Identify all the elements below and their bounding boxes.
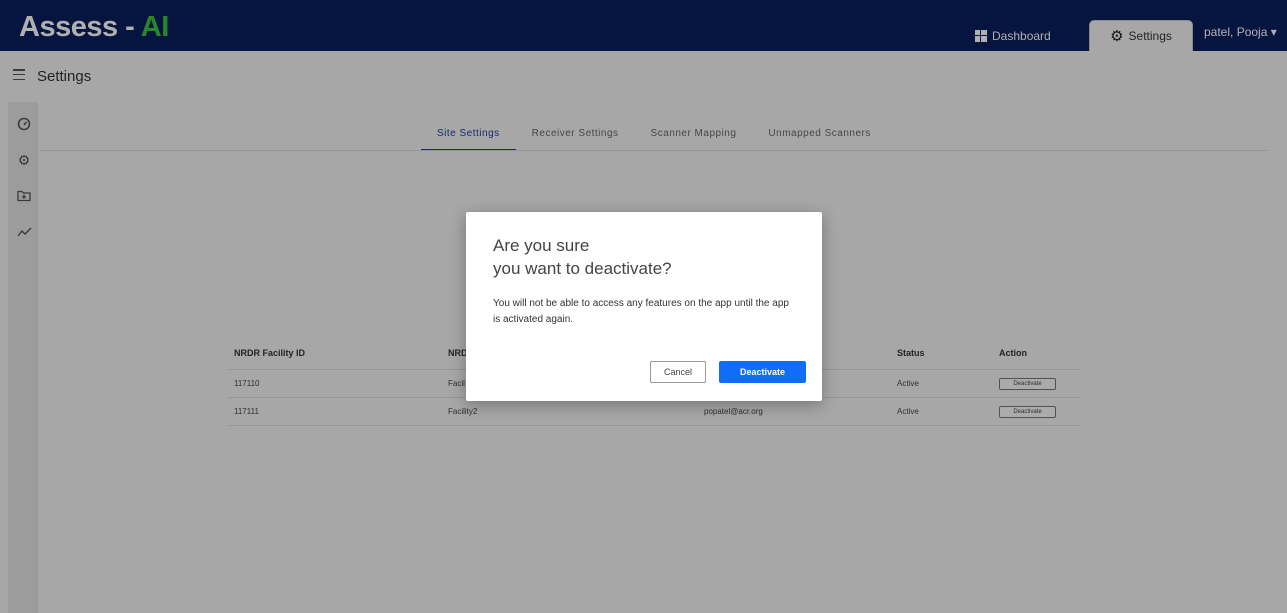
cancel-button[interactable]: Cancel: [650, 361, 706, 383]
dialog-message: You will not be able to access any featu…: [493, 298, 789, 325]
deactivate-button[interactable]: Deactivate: [719, 361, 806, 383]
dialog-title-line: you want to deactivate?: [493, 259, 672, 278]
deactivate-confirm-dialog: Are you sure you want to deactivate? You…: [466, 212, 822, 401]
dialog-title: Are you sure you want to deactivate?: [493, 234, 793, 280]
dialog-title-line: Are you sure: [493, 236, 590, 255]
